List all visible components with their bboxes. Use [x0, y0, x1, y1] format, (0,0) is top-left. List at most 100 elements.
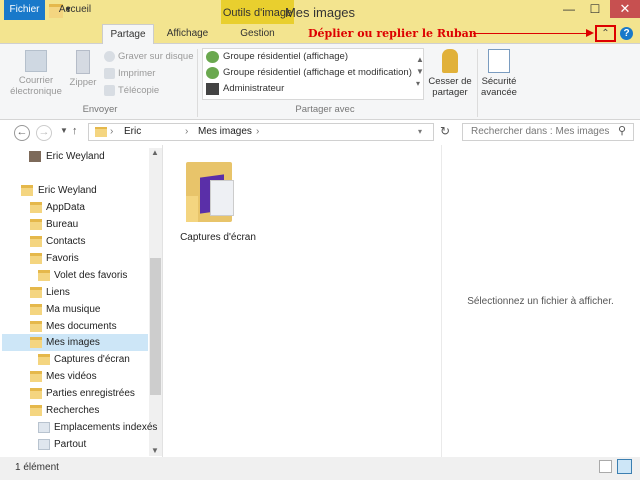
search-folder-icon	[30, 405, 42, 416]
documents-folder-icon	[30, 321, 42, 332]
nav-item-appdata[interactable]: AppData	[26, 199, 85, 216]
scroll-up-icon[interactable]: ▲	[151, 148, 159, 157]
share-item-admin[interactable]: Administrateur	[203, 81, 423, 97]
nav-item-images[interactable]: Mes images	[26, 334, 100, 351]
scroll-down-icon[interactable]: ▼	[151, 446, 159, 455]
help-icon[interactable]: ?	[620, 27, 633, 40]
minimize-button[interactable]: —	[558, 2, 580, 18]
fax-icon	[104, 84, 115, 96]
email-icon	[25, 50, 47, 72]
share-with-list[interactable]: Groupe résidentiel (affichage) Groupe ré…	[202, 48, 424, 100]
close-button[interactable]: ✕	[610, 0, 640, 18]
group-label-partager: Partager avec	[295, 104, 355, 115]
folder-icon	[38, 270, 50, 281]
tab-accueil[interactable]: Accueil	[52, 0, 98, 20]
ribbon-collapse-button[interactable]: ⌃	[595, 25, 616, 42]
file-item[interactable]: Captures d'écran	[178, 150, 258, 250]
nav-item-user[interactable]: Eric Weyland	[17, 182, 97, 199]
preview-message: Sélectionnez un fichier à afficher.	[467, 296, 614, 307]
contextual-tab-label: Outils d'image	[221, 0, 294, 24]
details-view-icon[interactable]	[599, 460, 612, 473]
group-label-envoyer: Envoyer	[82, 104, 118, 115]
annotation-label: Déplier ou replier le Ruban	[308, 27, 477, 40]
group-divider	[197, 49, 198, 117]
security-icon	[488, 49, 510, 73]
disc-icon	[104, 50, 115, 62]
print-button[interactable]: Imprimer	[104, 66, 155, 82]
address-bar[interactable]: › Eric › Mes images › ▾	[88, 123, 434, 141]
nav-scrollbar-thumb[interactable]	[150, 258, 161, 395]
search-icon	[38, 422, 50, 433]
nav-item-volet-favoris[interactable]: Volet des favoris	[34, 267, 127, 284]
folder-icon	[38, 354, 50, 365]
breadcrumb-separator: ›	[110, 126, 114, 137]
nav-item-musique[interactable]: Ma musique	[26, 301, 100, 318]
nav-item-liens[interactable]: Liens	[26, 284, 70, 301]
nav-item-user-top[interactable]: Eric Weyland	[17, 148, 105, 165]
maximize-button[interactable]: ☐	[584, 2, 606, 18]
recent-locations-icon[interactable]: ▼	[60, 126, 68, 135]
share-list-scroll[interactable]: ▲ ▼ ▾	[416, 54, 424, 90]
burn-label: Graver sur disque	[118, 51, 194, 62]
pictures-folder-icon	[30, 337, 42, 348]
search-icon[interactable]: ⚲	[618, 124, 626, 137]
email-button[interactable]: Courrier électronique	[6, 50, 66, 97]
burn-disc-button[interactable]: Graver sur disque	[104, 49, 194, 65]
image-folder-icon	[186, 156, 234, 222]
print-label: Imprimer	[118, 68, 156, 79]
homegroup-icon	[206, 51, 219, 63]
tab-affichage[interactable]: Affichage	[160, 24, 215, 44]
item-count: 1 élément	[15, 462, 59, 473]
folder-icon	[21, 185, 33, 196]
zip-icon	[76, 50, 90, 74]
folder-icon	[30, 202, 42, 213]
large-icons-view-icon[interactable]	[617, 459, 632, 474]
homegroup-icon	[206, 67, 219, 79]
zip-button[interactable]: Zipper	[66, 50, 100, 88]
nav-item-emplacements[interactable]: Emplacements indexés	[34, 419, 157, 436]
nav-item-bureau[interactable]: Bureau	[26, 216, 78, 233]
nav-item-parties[interactable]: Parties enregistrées	[26, 385, 135, 402]
stop-sharing-button[interactable]: Cesser de partager	[426, 49, 474, 98]
tab-gestion[interactable]: Gestion	[225, 24, 290, 44]
annotation-arrow-line	[473, 33, 591, 34]
tab-partage[interactable]: Partage	[102, 24, 154, 45]
folder-icon	[30, 219, 42, 230]
fax-button[interactable]: Télécopie	[104, 83, 159, 99]
share-item-homegroup-view[interactable]: Groupe résidentiel (affichage)	[203, 49, 423, 65]
tab-fichier[interactable]: Fichier	[4, 0, 45, 20]
back-button[interactable]: ←	[14, 125, 30, 141]
search-input[interactable]: Rechercher dans : Mes images	[462, 123, 634, 141]
breadcrumb-mes-images[interactable]: Mes images	[198, 124, 252, 140]
nav-item-documents[interactable]: Mes documents	[26, 318, 117, 335]
forward-button[interactable]: →	[36, 125, 52, 141]
folder-icon	[30, 236, 42, 247]
annotation-arrow-icon	[586, 29, 594, 37]
music-folder-icon	[30, 304, 42, 315]
fax-label: Télécopie	[118, 85, 160, 96]
search-icon	[38, 439, 50, 450]
email-label: Courrier électronique	[10, 75, 62, 97]
breadcrumb-separator: ›	[185, 126, 189, 137]
address-dropdown-icon[interactable]: ▾	[418, 124, 422, 140]
nav-item-videos[interactable]: Mes vidéos	[26, 368, 97, 385]
nav-item-recherches[interactable]: Recherches	[26, 402, 99, 419]
folder-icon	[95, 127, 107, 137]
nav-item-captures[interactable]: Captures d'écran	[34, 351, 130, 368]
refresh-button[interactable]: ↻	[440, 124, 450, 138]
up-button[interactable]: ↑	[72, 125, 78, 137]
nav-item-partout[interactable]: Partout	[34, 436, 86, 453]
share-item-homegroup-edit[interactable]: Groupe résidentiel (affichage et modific…	[203, 65, 423, 81]
games-folder-icon	[30, 388, 42, 399]
breadcrumb-eric[interactable]: Eric	[124, 124, 141, 140]
printer-icon	[104, 67, 115, 79]
star-folder-icon	[30, 253, 42, 264]
status-bar	[0, 457, 640, 480]
lock-icon	[442, 49, 458, 73]
security-label: Sécurité avancée	[481, 76, 517, 98]
videos-folder-icon	[30, 371, 42, 382]
nav-item-contacts[interactable]: Contacts	[26, 233, 85, 250]
advanced-security-button[interactable]: Sécurité avancée	[478, 49, 520, 98]
nav-item-favoris[interactable]: Favoris	[26, 250, 79, 267]
links-folder-icon	[30, 287, 42, 298]
